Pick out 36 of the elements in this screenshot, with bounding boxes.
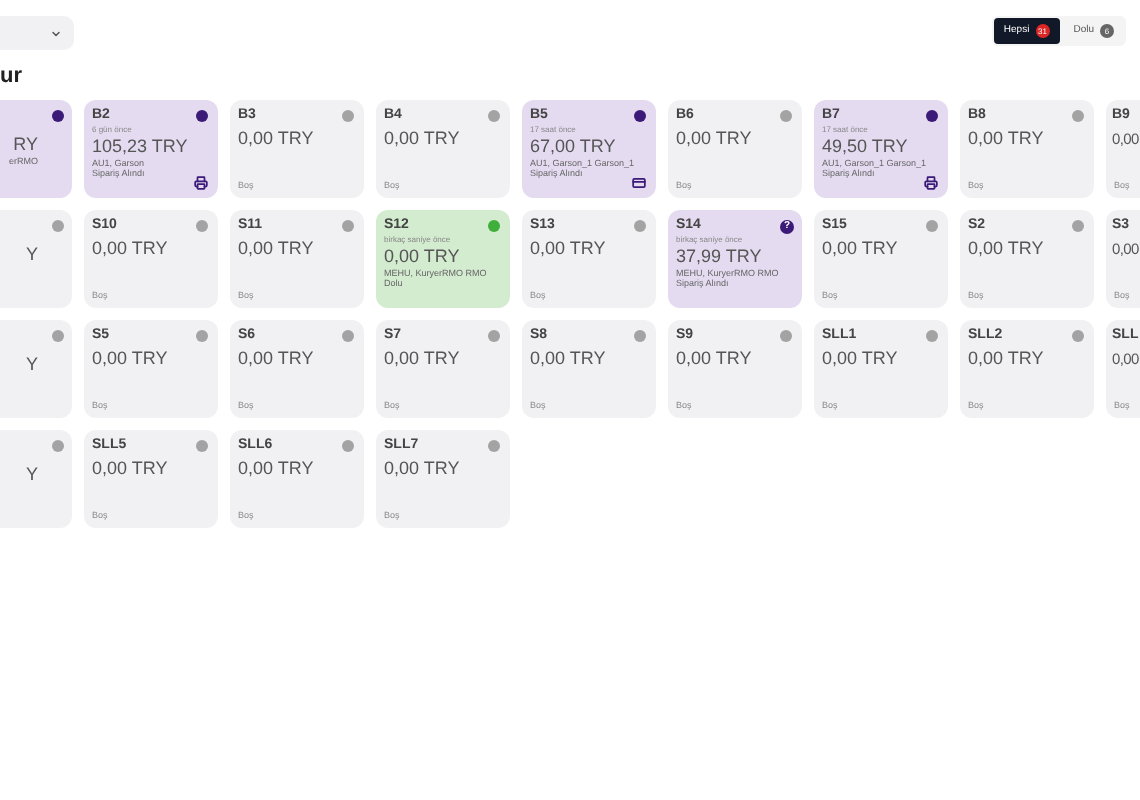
table-total: 0,00 TRY [530,348,606,370]
table-card[interactable]: Y [0,210,72,308]
table-total: Y [25,244,38,266]
table-total: 0,00 TRY [92,458,168,480]
table-card[interactable]: Y [0,430,72,528]
table-total: 49,50 TRY [822,136,908,158]
card-icon[interactable] [632,176,646,190]
table-total: 0,00 TRY [676,348,752,370]
caret-icon [50,27,62,39]
table-total: 0,00 TRY [92,238,168,260]
table-total: RY [13,134,38,156]
printer-icon[interactable] [924,176,938,190]
table-total: 0,00 TRY [822,238,898,260]
table-total: 0,00 TRY [384,246,460,268]
table-total: 0,00 TRY [238,348,314,370]
table-total: 105,23 TRY [92,136,188,158]
table-total: 0,00 TRY [384,458,460,480]
table-total: 37,99 TRY [676,246,762,268]
table-total: Y [25,464,38,486]
table-total: 0,00 TRY [968,348,1044,370]
table-total: 0,00 TRY [676,128,752,150]
table-total: 0,00 TRY [968,128,1044,150]
table-total: 0,00 TRY [968,238,1044,260]
printer-icon[interactable] [194,176,208,190]
table-total: Y [25,354,38,376]
table-total: 0,00 TRY [238,458,314,480]
table-total: 0,00 TRY [238,128,314,150]
table-total: 0,00 TRY [238,238,314,260]
table-total: 0,00 TRY [530,238,606,260]
table-total: 0,00 TRY [92,348,168,370]
table-card[interactable]: Y [0,320,72,418]
table-total: 0,00 TRY [384,128,460,150]
section-heading: ur [0,64,24,90]
table-total: 0,00 TRY [384,348,460,370]
table-total: 67,00 TRY [530,136,616,158]
table-total: 0,00 TRY [822,348,898,370]
